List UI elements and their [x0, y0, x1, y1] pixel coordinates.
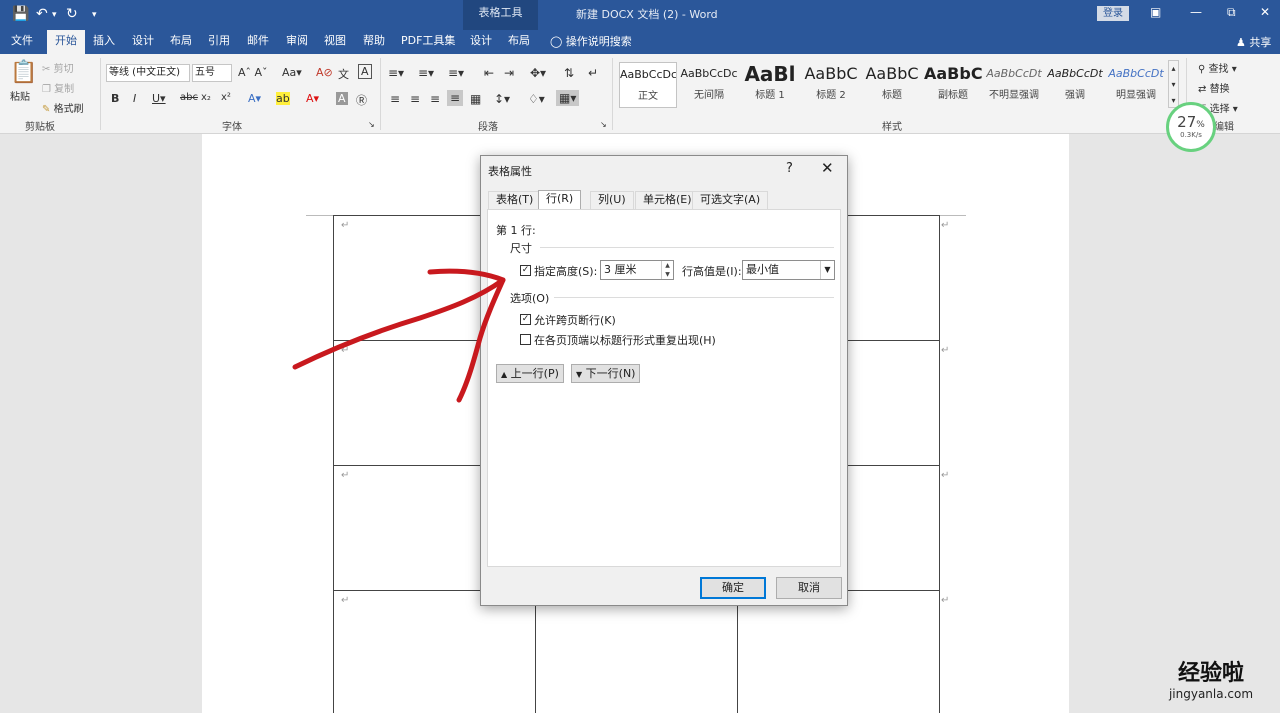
- arrow-shaft: [292, 277, 506, 370]
- watermark-url: jingyanla.com: [1168, 687, 1254, 701]
- red-arrow-annotation: [292, 268, 506, 403]
- watermark-text: 经验啦: [1177, 661, 1244, 686]
- arrow-head: [427, 268, 506, 403]
- watermark-logo: 经验啦 jingyanla.com: [1156, 655, 1266, 701]
